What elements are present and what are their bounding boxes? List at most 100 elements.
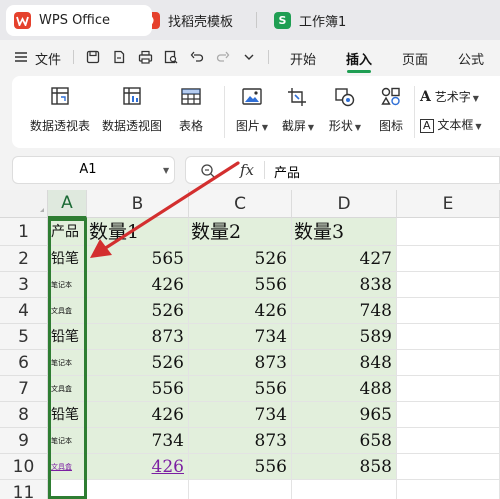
row-header-9[interactable]: 9 — [0, 428, 48, 454]
cell[interactable] — [397, 272, 500, 298]
cell[interactable] — [397, 402, 500, 428]
header-cell[interactable]: 数量1 — [87, 218, 189, 246]
menu-insert[interactable]: 插入 — [346, 49, 372, 68]
shape-button[interactable]: 形状 ▼ — [324, 86, 366, 134]
value-cell[interactable]: 965 — [292, 402, 397, 428]
row-header-11[interactable]: 11 — [0, 480, 48, 499]
zoom-formula-icon[interactable] — [200, 163, 216, 183]
column-header-e[interactable]: E — [397, 190, 500, 218]
print-preview-icon[interactable] — [162, 48, 180, 66]
product-cell[interactable]: 铅笔 — [48, 324, 87, 350]
row-header-6[interactable]: 6 — [0, 350, 48, 376]
value-cell[interactable]: 873 — [189, 350, 292, 376]
cell[interactable] — [87, 480, 189, 499]
undo-icon[interactable] — [188, 48, 206, 66]
picture-button[interactable]: 图片 ▼ — [232, 86, 272, 134]
select-all-corner[interactable] — [0, 190, 48, 218]
value-cell[interactable]: 427 — [292, 246, 397, 272]
row-header-1[interactable]: 1 — [0, 218, 48, 246]
value-cell[interactable]: 556 — [87, 376, 189, 402]
value-cell[interactable]: 858 — [292, 454, 397, 480]
cell[interactable] — [397, 480, 500, 499]
spreadsheet-grid[interactable]: A B C D E 1 产品 数量1 数量2 数量3 2 铅笔 565 526 427 3 笔记本 42… — [0, 190, 500, 499]
value-cell[interactable]: 556 — [189, 272, 292, 298]
header-cell[interactable]: 数量2 — [189, 218, 292, 246]
column-header-d[interactable]: D — [292, 190, 397, 218]
cell[interactable] — [292, 480, 397, 499]
column-header-c[interactable]: C — [189, 190, 292, 218]
pivot-chart-button[interactable]: 数据透视图 — [100, 86, 164, 134]
menu-home[interactable]: 开始 — [290, 49, 316, 68]
value-cell[interactable]: 734 — [189, 402, 292, 428]
value-cell[interactable]: 565 — [87, 246, 189, 272]
row-header-4[interactable]: 4 — [0, 298, 48, 324]
menu-formula[interactable]: 公式 — [458, 49, 484, 68]
value-cell[interactable]: 556 — [189, 376, 292, 402]
value-cell[interactable]: 734 — [87, 428, 189, 454]
menu-page[interactable]: 页面 — [402, 49, 428, 68]
value-cell[interactable]: 426 — [87, 454, 189, 480]
column-header-a[interactable]: A — [48, 190, 87, 218]
formula-content[interactable]: 产品 — [274, 162, 300, 181]
cell[interactable] — [397, 218, 500, 246]
value-cell[interactable]: 873 — [87, 324, 189, 350]
value-cell[interactable]: 838 — [292, 272, 397, 298]
print-icon[interactable] — [136, 48, 154, 66]
value-cell[interactable]: 526 — [87, 298, 189, 324]
tab-docer-templates[interactable]: 找稻壳模板 — [135, 5, 255, 36]
fx-icon[interactable]: fx — [240, 161, 254, 179]
row-header-8[interactable]: 8 — [0, 402, 48, 428]
file-menu[interactable]: 文件 — [35, 49, 61, 68]
textbox-button[interactable]: A 文本框 ▼ — [420, 116, 482, 133]
product-cell[interactable]: 文具盒 — [48, 376, 87, 402]
value-cell[interactable]: 426 — [87, 272, 189, 298]
screenshot-button[interactable]: 截屏 ▼ — [278, 86, 318, 134]
product-cell[interactable]: 文具盒 — [48, 454, 87, 480]
row-header-2[interactable]: 2 — [0, 246, 48, 272]
header-cell[interactable]: 数量3 — [292, 218, 397, 246]
product-cell[interactable]: 铅笔 — [48, 402, 87, 428]
product-cell[interactable]: 笔记本 — [48, 272, 87, 298]
cell[interactable] — [397, 454, 500, 480]
product-cell[interactable]: 笔记本 — [48, 428, 87, 454]
value-cell[interactable]: 748 — [292, 298, 397, 324]
cell[interactable] — [397, 376, 500, 402]
tab-wps-office[interactable]: WPS Office — [6, 5, 152, 36]
redo-icon[interactable] — [214, 48, 232, 66]
tab-workbook1[interactable]: S 工作簿1 — [266, 5, 386, 36]
cell[interactable] — [48, 480, 87, 499]
cell[interactable] — [397, 298, 500, 324]
product-cell[interactable]: 文具盒 — [48, 298, 87, 324]
value-cell[interactable]: 873 — [189, 428, 292, 454]
chevron-down-icon[interactable] — [240, 48, 258, 66]
value-cell[interactable]: 526 — [87, 350, 189, 376]
hamburger-menu-icon[interactable] — [12, 48, 30, 66]
icons-button[interactable]: 图标 — [374, 86, 408, 134]
row-header-3[interactable]: 3 — [0, 272, 48, 298]
formula-bar[interactable]: fx 产品 — [185, 156, 500, 184]
chevron-down-icon[interactable]: ▼ — [163, 166, 169, 175]
cell[interactable] — [397, 428, 500, 454]
value-cell[interactable]: 488 — [292, 376, 397, 402]
cell[interactable] — [397, 350, 500, 376]
row-header-7[interactable]: 7 — [0, 376, 48, 402]
value-cell[interactable]: 526 — [189, 246, 292, 272]
wordart-button[interactable]: A 艺术字 ▼ — [420, 88, 479, 105]
row-header-5[interactable]: 5 — [0, 324, 48, 350]
value-cell[interactable]: 848 — [292, 350, 397, 376]
cell[interactable] — [397, 324, 500, 350]
cell[interactable] — [189, 480, 292, 499]
export-pdf-icon[interactable] — [110, 48, 128, 66]
name-box[interactable]: A1 ▼ — [12, 156, 175, 184]
header-cell[interactable]: 产品 — [48, 218, 87, 246]
product-cell[interactable]: 铅笔 — [48, 246, 87, 272]
column-header-b[interactable]: B — [87, 190, 189, 218]
row-header-10[interactable]: 10 — [0, 454, 48, 480]
cell[interactable] — [397, 246, 500, 272]
product-cell[interactable]: 笔记本 — [48, 350, 87, 376]
value-cell[interactable]: 426 — [189, 298, 292, 324]
value-cell[interactable]: 658 — [292, 428, 397, 454]
pivot-table-button[interactable]: 数据透视表 — [28, 86, 92, 134]
value-cell[interactable]: 589 — [292, 324, 397, 350]
table-button[interactable]: 表格 — [174, 86, 208, 134]
